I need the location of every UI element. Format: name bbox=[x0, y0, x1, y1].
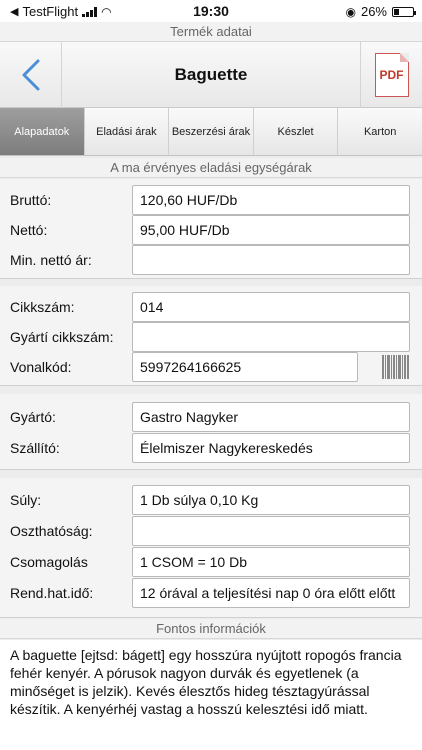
codes-group: Cikkszám: 014 Gyártí cikkszám: Vonalkód:… bbox=[0, 286, 422, 386]
cikkszam-field[interactable]: 014 bbox=[132, 292, 410, 322]
netto-label: Nettó: bbox=[10, 222, 48, 238]
min-netto-field[interactable] bbox=[132, 245, 410, 275]
pdf-button[interactable]: PDF bbox=[360, 42, 422, 108]
gyarti-cikkszam-label: Gyártí cikkszám: bbox=[10, 329, 114, 345]
gyarti-cikkszam-field[interactable] bbox=[132, 322, 410, 352]
row-szallito: Szállító: Élelmiszer Nagykereskedés bbox=[0, 433, 422, 463]
row-min-netto: Min. nettó ár: bbox=[0, 245, 422, 275]
product-title: Baguette bbox=[174, 65, 248, 84]
barcode-scan-icon[interactable] bbox=[382, 355, 410, 379]
info-section-label: Fontos információk bbox=[0, 619, 422, 639]
suly-field[interactable]: 1 Db súlya 0,10 Kg bbox=[132, 485, 410, 515]
row-gyarti-cikkszam: Gyártí cikkszám: bbox=[0, 322, 422, 352]
tab-karton[interactable]: Karton bbox=[338, 108, 422, 155]
row-rend-hat-ido: Rend.hat.idő: 12 órával a teljesítési na… bbox=[0, 578, 422, 608]
orientation-lock-icon: ◉ bbox=[345, 4, 356, 19]
brutto-label: Bruttó: bbox=[10, 192, 52, 208]
tab-eladasi-arak[interactable]: Eladási árak bbox=[85, 108, 170, 155]
csomagolas-label: Csomagolás bbox=[10, 554, 88, 570]
row-csomagolas: Csomagolás 1 CSOM = 10 Db bbox=[0, 547, 422, 577]
supplier-group: Gyártó: Gastro Nagyker Szállító: Élelmis… bbox=[0, 394, 422, 470]
gyarto-label: Gyártó: bbox=[10, 409, 56, 425]
battery-percent: 26% bbox=[360, 4, 387, 19]
row-vonalkod: Vonalkód: 5997264166625 bbox=[0, 352, 422, 382]
netto-field[interactable]: 95,00 HUF/Db bbox=[132, 215, 410, 245]
oszthatosag-label: Oszthatóság: bbox=[10, 523, 93, 539]
details-group: Súly: 1 Db súlya 0,10 Kg Oszthatóság: Cs… bbox=[0, 478, 422, 618]
pdf-label: PDF bbox=[379, 68, 404, 82]
battery-icon bbox=[392, 6, 416, 17]
status-bar: ◀ TestFlight ◠ 19:30 ◉ 26% bbox=[0, 0, 422, 22]
oszthatosag-field[interactable] bbox=[132, 516, 410, 546]
nav-bar: Baguette PDF bbox=[0, 42, 422, 108]
rend-hat-ido-label: Rend.hat.idő: bbox=[10, 585, 94, 601]
status-right: ◉ 26% bbox=[345, 4, 416, 19]
row-gyarto: Gyártó: Gastro Nagyker bbox=[0, 402, 422, 432]
row-netto: Nettó: 95,00 HUF/Db bbox=[0, 215, 422, 245]
gyarto-field[interactable]: Gastro Nagyker bbox=[132, 402, 410, 432]
szallito-field[interactable]: Élelmiszer Nagykereskedés bbox=[132, 433, 410, 463]
battery-fill bbox=[394, 8, 399, 15]
tab-bar: Alapadatok Eladási árak Beszerzési árak … bbox=[0, 108, 422, 156]
pdf-icon: PDF bbox=[374, 53, 409, 97]
tab-keszlet[interactable]: Készlet bbox=[254, 108, 339, 155]
brutto-field[interactable]: 120,60 HUF/Db bbox=[132, 185, 410, 215]
suly-label: Súly: bbox=[10, 492, 42, 508]
min-netto-label: Min. nettó ár: bbox=[10, 252, 92, 268]
row-brutto: Bruttó: 120,60 HUF/Db bbox=[0, 185, 422, 215]
row-suly: Súly: 1 Db súlya 0,10 Kg bbox=[0, 485, 422, 515]
row-oszthatosag: Oszthatóság: bbox=[0, 516, 422, 546]
rend-hat-ido-field[interactable]: 12 órával a teljesítési nap 0 óra előtt … bbox=[132, 578, 410, 608]
cikkszam-label: Cikkszám: bbox=[10, 299, 75, 315]
vonalkod-field[interactable]: 5997264166625 bbox=[132, 352, 358, 382]
price-section-label: A ma érvényes eladási egységárak bbox=[0, 158, 422, 178]
vonalkod-label: Vonalkód: bbox=[10, 359, 72, 375]
info-text: A baguette [ejtsd: bágett] egy hosszúra … bbox=[0, 640, 422, 750]
tab-alapadatok[interactable]: Alapadatok bbox=[0, 108, 85, 155]
csomagolas-field[interactable]: 1 CSOM = 10 Db bbox=[132, 547, 410, 577]
szallito-label: Szállító: bbox=[10, 440, 60, 456]
back-button[interactable] bbox=[0, 42, 62, 108]
price-group: Bruttó: 120,60 HUF/Db Nettó: 95,00 HUF/D… bbox=[0, 179, 422, 279]
tab-beszerzesi-arak[interactable]: Beszerzési árak bbox=[169, 108, 254, 155]
screen-title: Termék adatai bbox=[0, 22, 422, 42]
chevron-left-icon bbox=[22, 59, 39, 91]
row-cikkszam: Cikkszám: 014 bbox=[0, 292, 422, 322]
